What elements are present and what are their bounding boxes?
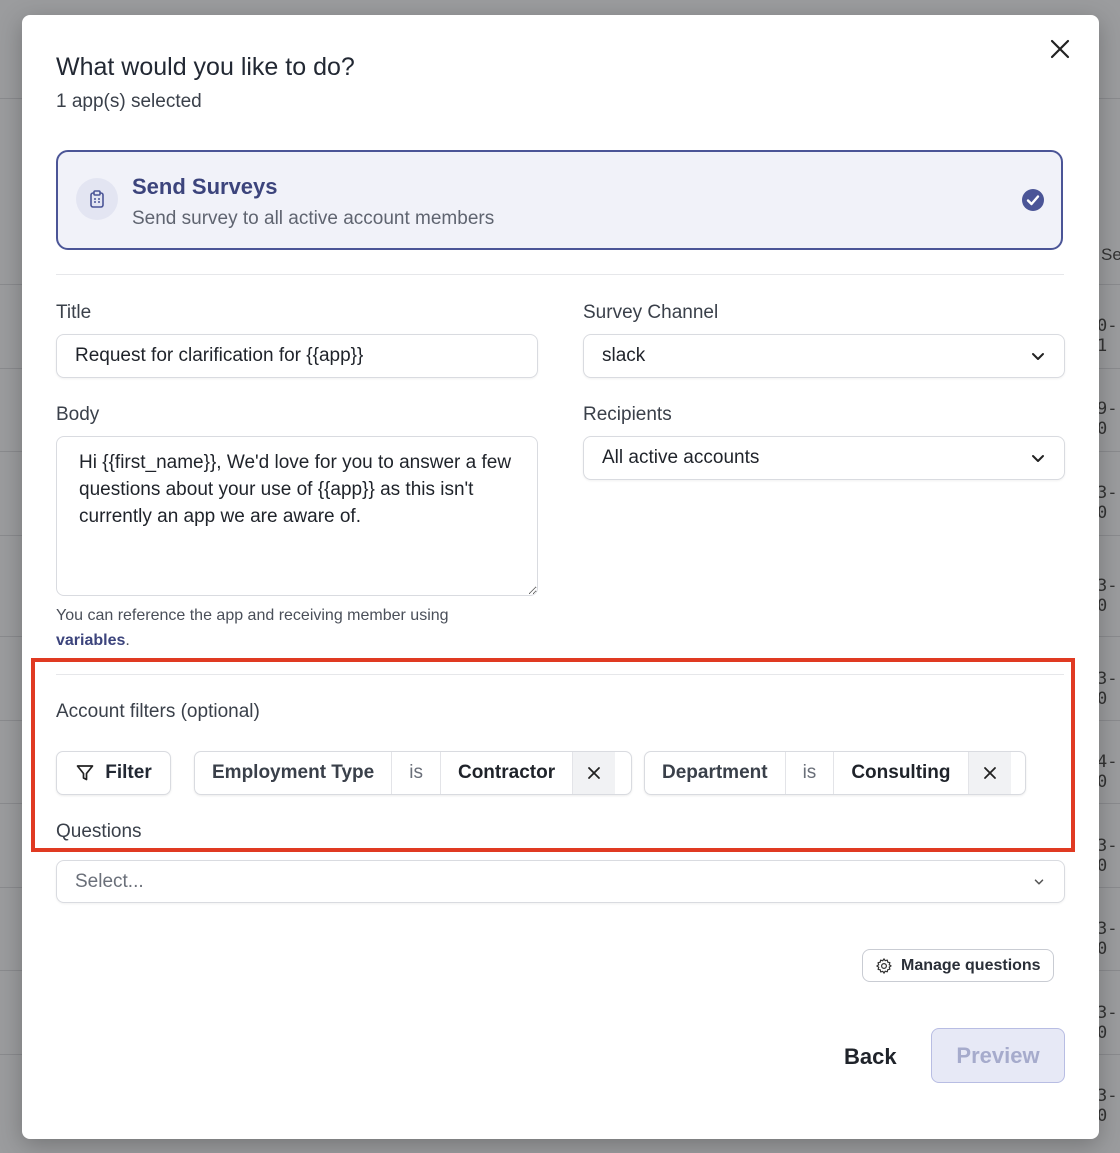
close-button[interactable] bbox=[1046, 35, 1074, 63]
help-text: You can reference the app and receiving … bbox=[56, 607, 449, 624]
bg-text-fragment: 0-1 bbox=[1097, 316, 1118, 356]
filter-chip-field[interactable]: Department bbox=[645, 752, 786, 794]
filter-chip-value[interactable]: Contractor bbox=[441, 752, 574, 794]
close-icon bbox=[983, 767, 996, 779]
manage-questions-label: Manage questions bbox=[901, 956, 1041, 974]
modal-subtitle: 1 app(s) selected bbox=[56, 91, 202, 112]
filter-chip-operator[interactable]: is bbox=[786, 752, 835, 794]
filter-chip-department[interactable]: Department is Consulting bbox=[644, 751, 1026, 795]
bg-text-fragment: Se bbox=[1101, 245, 1120, 264]
variables-help-text: You can reference the app and receiving … bbox=[56, 603, 526, 653]
filter-button-label: Filter bbox=[105, 762, 152, 783]
survey-channel-select[interactable]: slack bbox=[583, 334, 1065, 378]
action-title: Send Surveys bbox=[132, 174, 278, 199]
filter-chip-employment-type[interactable]: Employment Type is Contractor bbox=[194, 751, 632, 795]
section-divider bbox=[56, 274, 1064, 275]
chevron-down-icon bbox=[1030, 348, 1046, 364]
account-filters-label: Account filters (optional) bbox=[56, 701, 260, 722]
survey-modal: What would you like to do? 1 app(s) sele… bbox=[22, 15, 1099, 1139]
variables-link[interactable]: variables bbox=[56, 632, 125, 649]
recipients-select[interactable]: All active accounts bbox=[583, 436, 1065, 480]
help-suffix: . bbox=[125, 632, 130, 649]
filter-chip-field[interactable]: Employment Type bbox=[195, 752, 393, 794]
questions-placeholder: Select... bbox=[75, 870, 144, 892]
title-label: Title bbox=[56, 302, 92, 323]
chevron-down-icon bbox=[1030, 450, 1046, 466]
recipients-label: Recipients bbox=[583, 404, 672, 425]
clipboard-icon bbox=[76, 178, 118, 220]
bg-text-fragment: 9-0 bbox=[1097, 399, 1118, 439]
action-description: Send survey to all active account member… bbox=[132, 208, 495, 229]
filter-button[interactable]: Filter bbox=[56, 751, 171, 795]
title-input[interactable]: Request for clarification for {{app}} bbox=[56, 334, 538, 378]
remove-filter-button[interactable] bbox=[573, 752, 616, 794]
check-circle-icon bbox=[1021, 188, 1045, 217]
remove-filter-button[interactable] bbox=[968, 752, 1011, 794]
preview-button[interactable]: Preview bbox=[931, 1028, 1065, 1083]
title-input-value: Request for clarification for {{app}} bbox=[75, 345, 364, 366]
bg-text-fragment: 3-0 bbox=[1097, 919, 1118, 959]
survey-channel-value: slack bbox=[602, 345, 646, 366]
bg-text-fragment: 3-0 bbox=[1097, 1003, 1118, 1043]
survey-channel-label: Survey Channel bbox=[583, 302, 719, 323]
bg-text-fragment: 3-0 bbox=[1097, 483, 1118, 523]
bg-text-fragment: 3-0 bbox=[1097, 1086, 1118, 1126]
body-label: Body bbox=[56, 404, 100, 425]
bg-text-fragment: 3-0 bbox=[1097, 669, 1118, 709]
body-textarea[interactable]: Hi {{first_name}}, We'd love for you to … bbox=[56, 436, 538, 596]
close-icon bbox=[588, 767, 600, 779]
questions-select[interactable]: Select... bbox=[56, 860, 1065, 903]
recipients-value: All active accounts bbox=[602, 447, 760, 468]
section-divider bbox=[56, 674, 1064, 675]
send-surveys-option[interactable]: Send Surveys Send survey to all active a… bbox=[56, 150, 1063, 250]
manage-questions-button[interactable]: Manage questions bbox=[862, 949, 1054, 982]
bg-text-fragment: 4-0 bbox=[1097, 752, 1118, 792]
modal-title: What would you like to do? bbox=[56, 53, 355, 81]
back-button[interactable]: Back bbox=[830, 1035, 911, 1079]
filter-icon bbox=[76, 765, 94, 781]
chevron-down-icon bbox=[1032, 875, 1046, 889]
bg-text-fragment: 3-0 bbox=[1097, 836, 1118, 876]
filter-chip-operator[interactable]: is bbox=[392, 752, 441, 794]
gear-icon bbox=[876, 957, 892, 974]
questions-label: Questions bbox=[56, 821, 142, 842]
close-icon bbox=[1050, 39, 1070, 59]
bg-text-fragment: 3-0 bbox=[1097, 576, 1118, 616]
filter-chip-value[interactable]: Consulting bbox=[834, 752, 969, 794]
